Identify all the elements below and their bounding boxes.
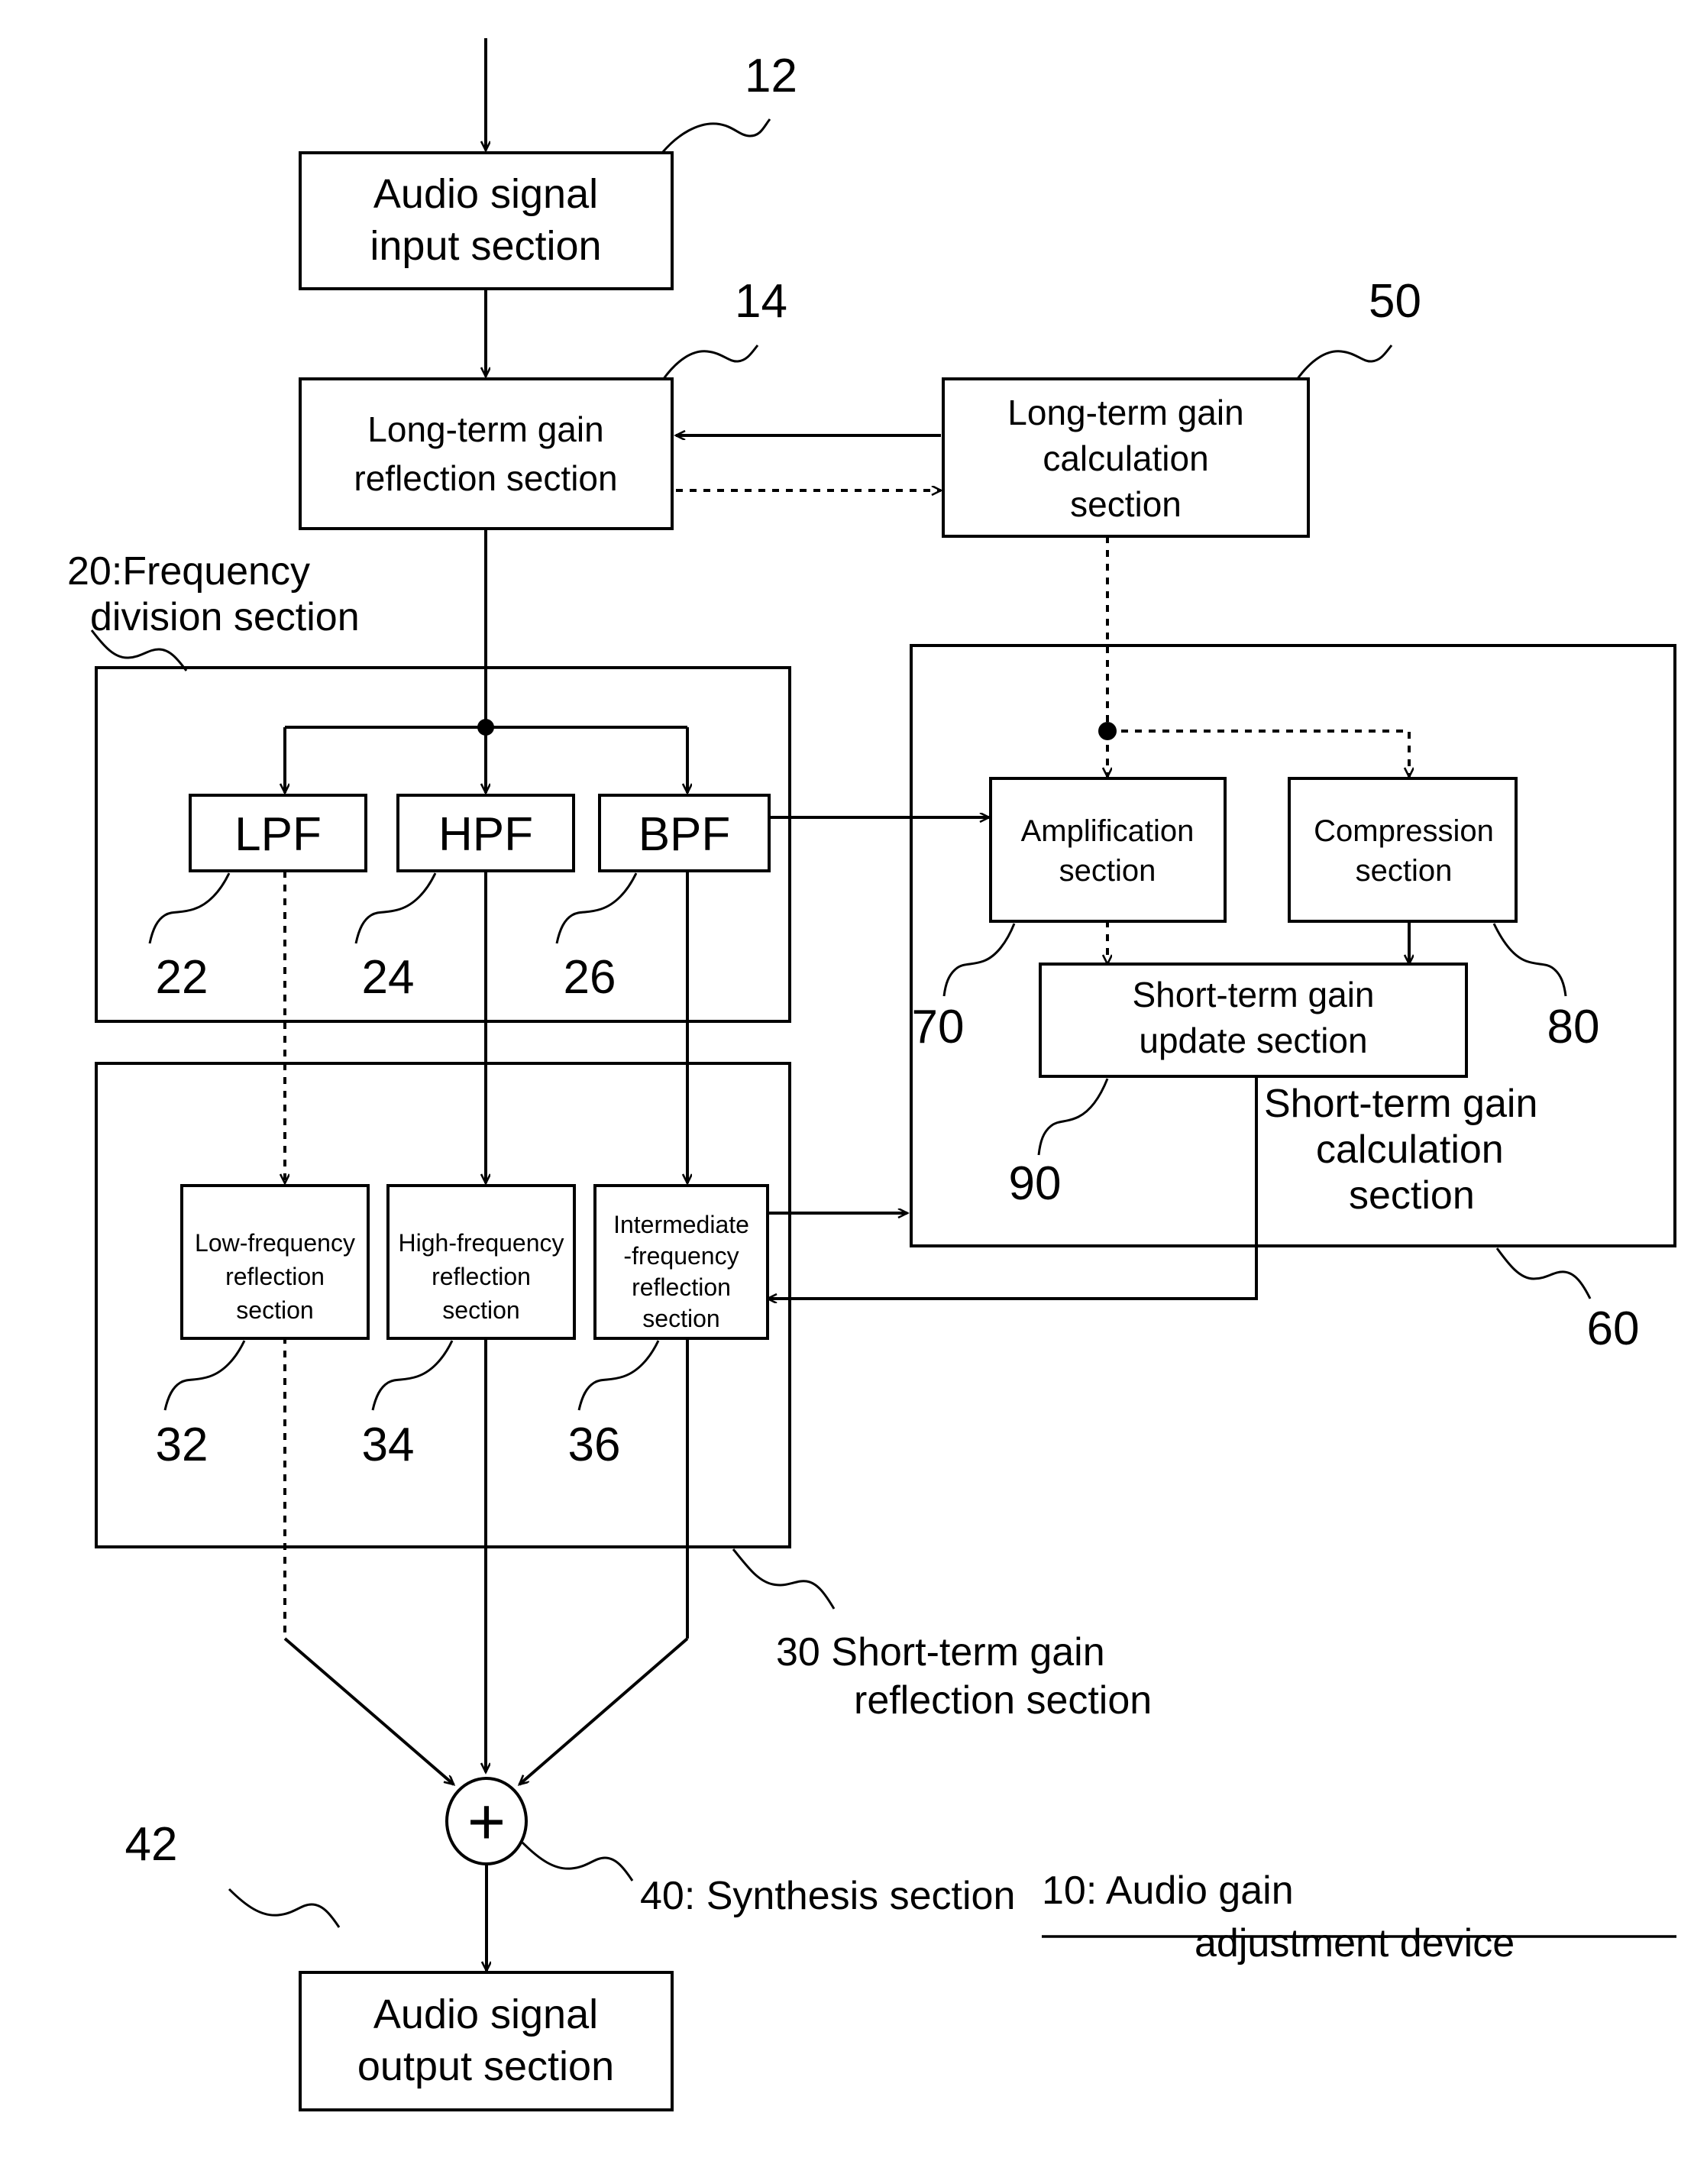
st-reflection-label-line1: 30 Short-term gain xyxy=(776,1630,1105,1674)
lowfreq-label-line3: section xyxy=(236,1296,313,1324)
ref-26: 26 xyxy=(564,951,616,1004)
frequency-division-label-line1: 20:Frequency xyxy=(67,549,310,594)
highfreq-label-line2: reflection xyxy=(432,1263,531,1290)
synthesis-section-label: 40: Synthesis section xyxy=(640,1874,1015,1918)
midfreq-label-line1: Intermediate xyxy=(613,1211,749,1238)
bpf-label: BPF xyxy=(639,808,731,861)
ref-80: 80 xyxy=(1547,1001,1600,1053)
device-label-line2: adjustment device xyxy=(1195,1921,1515,1966)
hpf-label: HPF xyxy=(438,808,533,861)
ltgr-label-line2: reflection section xyxy=(354,458,617,498)
ltgc-label-line2: calculation xyxy=(1043,438,1208,478)
ltgc-label-line1: Long-term gain xyxy=(1007,393,1243,432)
frequency-division-label-line2: division section xyxy=(90,595,360,639)
device-label-line1: 10: Audio gain xyxy=(1042,1869,1294,1913)
highfreq-label-line1: High-frequency xyxy=(399,1229,564,1257)
adder-plus-symbol: + xyxy=(467,1785,506,1859)
audio-output-label-line2: output section xyxy=(357,2043,614,2089)
st-reflection-label-line2: reflection section xyxy=(854,1678,1152,1723)
ltgc-label-line3: section xyxy=(1070,484,1182,524)
ref-32: 32 xyxy=(156,1419,209,1471)
st-update-label-line2: update section xyxy=(1139,1021,1367,1060)
midfreq-label-line4: section xyxy=(642,1305,719,1332)
ltgr-label-line1: Long-term gain xyxy=(367,409,603,449)
midfreq-label-line2: -frequency xyxy=(623,1242,739,1270)
ref-90: 90 xyxy=(1009,1157,1062,1210)
text-layer: Audio signal input section 12 Long-term … xyxy=(67,50,1640,2089)
ref-14: 14 xyxy=(735,275,787,328)
st-calc-label-line3: section xyxy=(1349,1173,1475,1218)
ref-70: 70 xyxy=(912,1001,965,1053)
ref-42: 42 xyxy=(125,1818,178,1871)
ref-60: 60 xyxy=(1587,1302,1640,1355)
st-calc-label-line2: calculation xyxy=(1316,1128,1504,1172)
st-calc-label-line1: Short-term gain xyxy=(1264,1082,1537,1126)
amplification-label-line1: Amplification xyxy=(1021,814,1195,848)
amplification-label-line2: section xyxy=(1059,854,1156,888)
ref-22: 22 xyxy=(156,951,209,1004)
lpf-label: LPF xyxy=(234,808,322,861)
lowfreq-label-line1: Low-frequency xyxy=(195,1229,355,1257)
midfreq-label-line3: reflection xyxy=(632,1273,731,1301)
compression-label-line2: section xyxy=(1356,854,1453,888)
highfreq-label-line3: section xyxy=(442,1296,519,1324)
audio-input-label-line2: input section xyxy=(370,223,601,269)
ref-12: 12 xyxy=(745,50,797,102)
ref-36: 36 xyxy=(568,1419,621,1471)
patent-figure-canvas: Audio signal input section 12 Long-term … xyxy=(0,0,1707,2184)
lowfreq-label-line2: reflection xyxy=(225,1263,325,1290)
audio-input-label-line1: Audio signal xyxy=(373,171,598,217)
audio-output-label-line1: Audio signal xyxy=(373,1991,598,2037)
ref-34: 34 xyxy=(362,1419,415,1471)
ref-24: 24 xyxy=(362,951,415,1004)
ref-50: 50 xyxy=(1369,275,1421,328)
st-update-label-line1: Short-term gain xyxy=(1132,975,1374,1014)
compression-label-line1: Compression xyxy=(1314,814,1494,848)
